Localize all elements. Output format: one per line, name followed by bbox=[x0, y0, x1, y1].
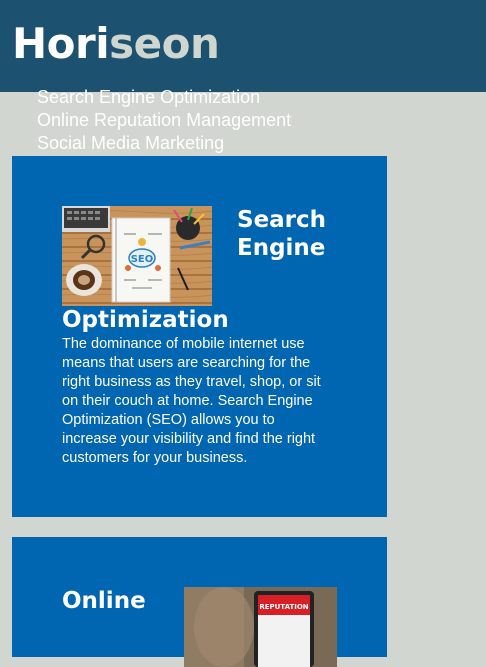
seo-title: Search Engine bbox=[237, 207, 327, 261]
nav-link-seo[interactable]: Search Engine Optimization bbox=[37, 86, 337, 109]
site-logo[interactable]: Horiseon bbox=[12, 18, 220, 70]
seo-image-label: SEO bbox=[131, 254, 154, 265]
reputation-image-label: REPUTATION bbox=[259, 603, 308, 611]
nav-link-social-media[interactable]: Social Media Marketing bbox=[37, 132, 337, 155]
logo-text-accent: seon bbox=[109, 19, 220, 68]
main-nav: Search Engine Optimization Online Reputa… bbox=[37, 86, 337, 155]
reputation-title: Online bbox=[62, 588, 146, 614]
logo-text-primary: Hori bbox=[12, 19, 110, 68]
seo-image: SEO bbox=[62, 206, 212, 306]
nav-link-reputation[interactable]: Online Reputation Management bbox=[37, 109, 337, 132]
site-header: Horiseon bbox=[0, 0, 486, 92]
seo-title-continued: Optimization bbox=[62, 307, 229, 333]
seo-description: The dominance of mobile internet use mea… bbox=[62, 336, 321, 466]
reputation-image: REPUTATION bbox=[184, 587, 337, 667]
seo-section: SEO Search Engine Optimization The domin… bbox=[12, 156, 387, 517]
reputation-section: Online REPUTATION bbox=[12, 537, 387, 667]
